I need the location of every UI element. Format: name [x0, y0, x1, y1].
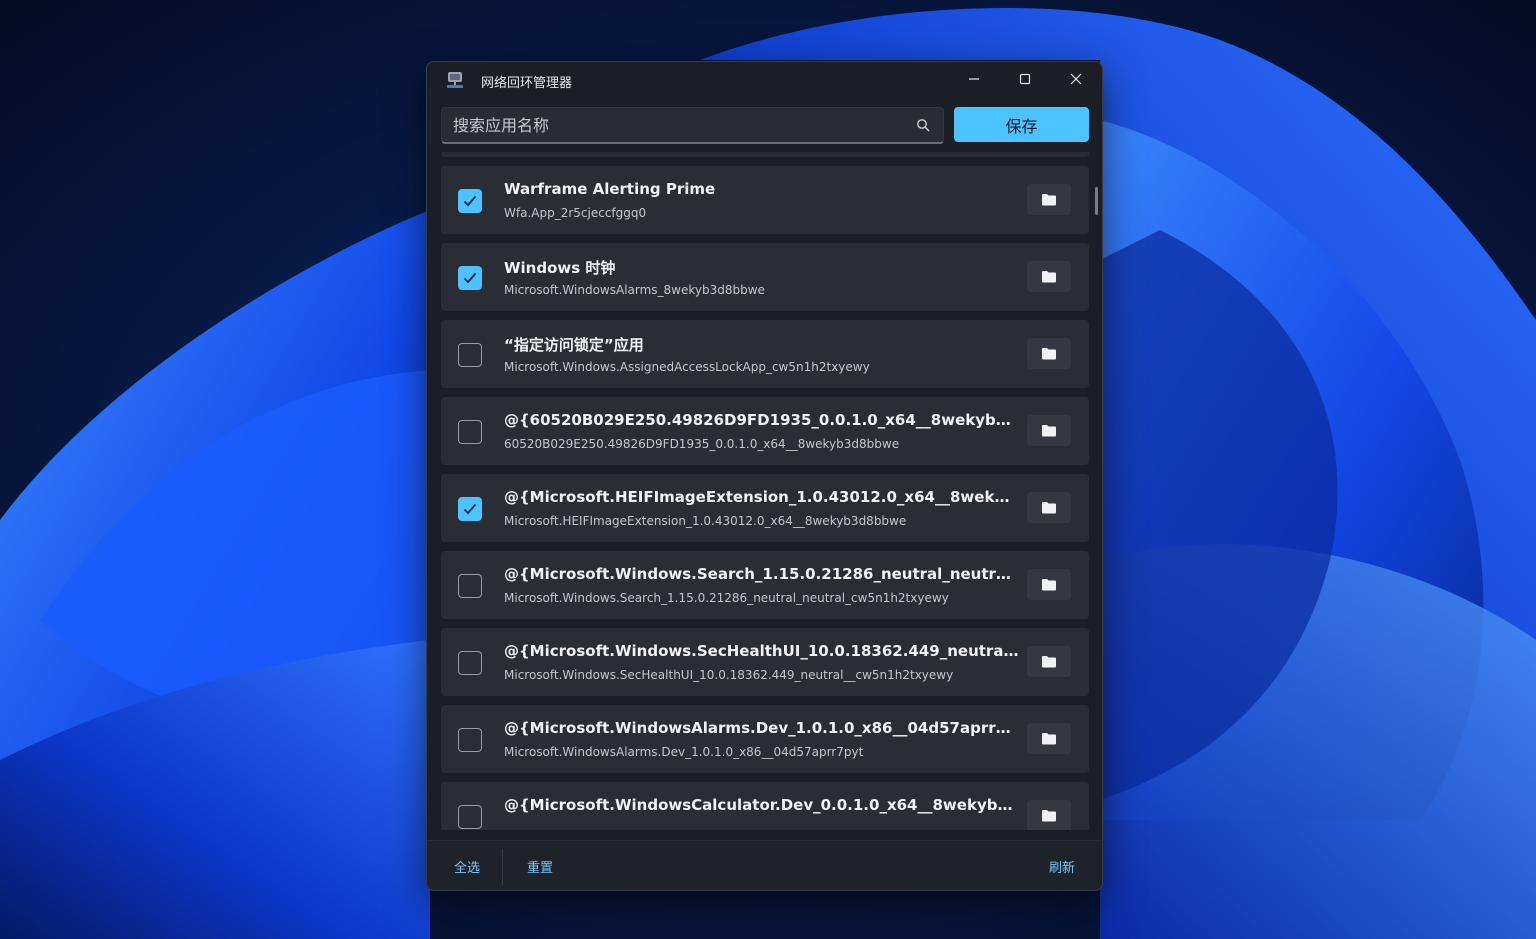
app-package-id: Microsoft.Windows.SecHealthUI_10.0.18362… — [504, 668, 954, 682]
minimize-button[interactable] — [949, 62, 999, 96]
app-checkbox[interactable] — [458, 805, 482, 829]
list-item[interactable]: “指定访问锁定”应用 Microsoft.Windows.AssignedAcc… — [441, 320, 1089, 388]
folder-icon — [1042, 733, 1056, 745]
open-folder-button[interactable] — [1027, 569, 1071, 600]
window-title: 网络回环管理器 — [481, 76, 573, 91]
minimize-icon — [969, 78, 979, 80]
app-checkbox[interactable] — [458, 343, 482, 367]
checkmark-icon — [463, 503, 477, 515]
app-checkbox[interactable] — [458, 728, 482, 752]
close-icon — [1070, 73, 1082, 85]
open-folder-button[interactable] — [1027, 184, 1071, 215]
list-item[interactable]: @{Microsoft.Windows.SecHealthUI_10.0.183… — [441, 628, 1089, 696]
list-item[interactable]: @{Microsoft.HEIFImageExtension_1.0.43012… — [441, 474, 1089, 542]
folder-icon — [1042, 194, 1056, 206]
app-package-id: Microsoft.Windows.AssignedAccessLockApp_… — [504, 360, 870, 374]
app-checkbox[interactable] — [458, 266, 482, 290]
scrollbar-thumb[interactable] — [1095, 187, 1098, 215]
app-name: Windows 时钟 — [504, 259, 616, 277]
app-checkbox[interactable] — [458, 497, 482, 521]
app-package-id: Wfa.App_2r5cjeccfggq0 — [504, 206, 647, 220]
app-name: @{Microsoft.WindowsCalculator.Dev_0.0.1.… — [504, 796, 1019, 814]
folder-icon — [1042, 656, 1056, 668]
select-all-button[interactable]: 全选 — [454, 857, 480, 876]
folder-icon — [1042, 271, 1056, 283]
maximize-button[interactable] — [1000, 62, 1050, 96]
list-item[interactable]: Windows 时钟 Microsoft.WindowsAlarms_8weky… — [441, 243, 1089, 311]
network-icon — [447, 72, 463, 88]
app-package-id: Microsoft.Windows.Search_1.15.0.21286_ne… — [504, 591, 949, 605]
folder-icon — [1042, 810, 1056, 822]
open-folder-button[interactable] — [1027, 800, 1071, 830]
app-checkbox[interactable] — [458, 420, 482, 444]
app-name: @{Microsoft.Windows.Search_1.15.0.21286_… — [504, 565, 1019, 583]
open-folder-button[interactable] — [1027, 492, 1071, 523]
search-box — [441, 107, 944, 144]
open-folder-button[interactable] — [1027, 338, 1071, 369]
list-item[interactable]: @{Microsoft.WindowsCalculator.Dev_0.0.1.… — [441, 782, 1089, 830]
app-list-content: 3aa401fe-4c8c-4aa3-a65c-75137f1e49fe_2r5… — [441, 152, 1089, 830]
open-folder-button[interactable] — [1027, 261, 1071, 292]
app-checkbox[interactable] — [458, 651, 482, 675]
open-folder-button[interactable] — [1027, 646, 1071, 677]
save-button[interactable]: 保存 — [954, 107, 1089, 142]
list-item[interactable]: @{Microsoft.WindowsAlarms.Dev_1.0.1.0_x8… — [441, 705, 1089, 773]
app-name: @{Microsoft.HEIFImageExtension_1.0.43012… — [504, 488, 1019, 506]
footer-divider — [502, 849, 503, 885]
list-item[interactable]: Warframe Alerting Prime Wfa.App_2r5cjecc… — [441, 166, 1089, 234]
checkmark-icon — [463, 272, 477, 284]
reset-button[interactable]: 重置 — [527, 857, 553, 876]
app-list: 3aa401fe-4c8c-4aa3-a65c-75137f1e49fe_2r5… — [427, 152, 1102, 830]
app-package-id: Microsoft.HEIFImageExtension_1.0.43012.0… — [504, 514, 907, 528]
app-package-id: 60520B029E250.49826D9FD1935_0.0.1.0_x64_… — [504, 437, 900, 451]
list-item[interactable]: 3aa401fe-4c8c-4aa3-a65c-75137f1e49fe_2r5… — [441, 152, 1089, 157]
app-name: Warframe Alerting Prime — [504, 180, 716, 198]
app-window: 网络回环管理器 保存 3aa401fe-4c8c-4aa3-a65c-75137… — [426, 61, 1103, 891]
checkmark-icon — [463, 195, 477, 207]
folder-icon — [1042, 425, 1056, 437]
app-name: @{Microsoft.Windows.SecHealthUI_10.0.183… — [504, 642, 1019, 660]
open-folder-button[interactable] — [1027, 415, 1071, 446]
footer-bar: 全选 重置 刷新 — [427, 840, 1102, 890]
app-package-id: Microsoft.WindowsAlarms_8wekyb3d8bbwe — [504, 283, 765, 297]
search-input[interactable] — [442, 108, 902, 142]
search-icon[interactable] — [916, 118, 931, 133]
app-name: @{Microsoft.WindowsAlarms.Dev_1.0.1.0_x8… — [504, 719, 1019, 737]
app-name: “指定访问锁定”应用 — [504, 336, 644, 354]
refresh-button[interactable]: 刷新 — [1049, 857, 1075, 876]
app-package-id: Microsoft.WindowsAlarms.Dev_1.0.1.0_x86_… — [504, 745, 864, 759]
folder-icon — [1042, 579, 1056, 591]
list-item[interactable]: @{Microsoft.Windows.Search_1.15.0.21286_… — [441, 551, 1089, 619]
open-folder-button[interactable] — [1027, 723, 1071, 754]
close-button[interactable] — [1051, 62, 1101, 96]
app-name: @{60520B029E250.49826D9FD1935_0.0.1.0_x6… — [504, 411, 1019, 429]
app-checkbox[interactable] — [458, 574, 482, 598]
folder-icon — [1042, 502, 1056, 514]
maximize-icon — [1019, 73, 1031, 85]
app-checkbox[interactable] — [458, 189, 482, 213]
title-bar[interactable]: 网络回环管理器 — [427, 62, 1102, 98]
list-item[interactable]: @{60520B029E250.49826D9FD1935_0.0.1.0_x6… — [441, 397, 1089, 465]
folder-icon — [1042, 348, 1056, 360]
